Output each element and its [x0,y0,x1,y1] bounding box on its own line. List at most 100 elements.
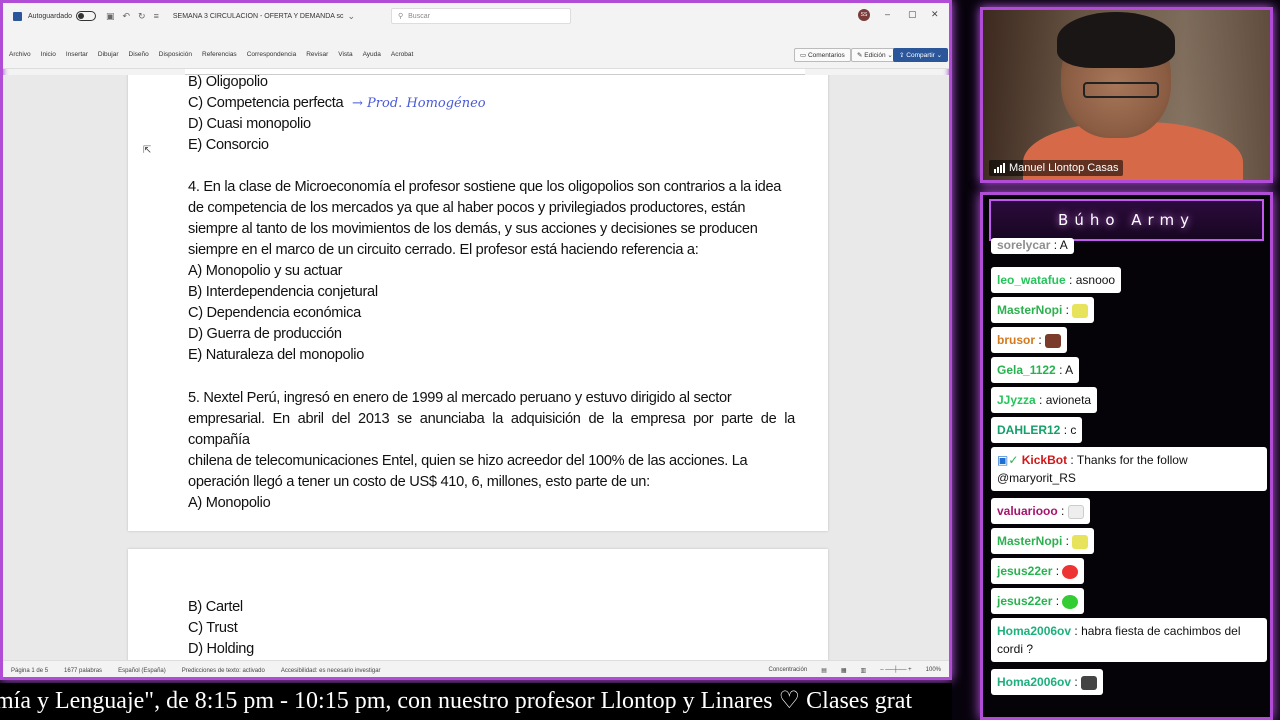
chevron-down-icon[interactable]: ⌄ [348,11,356,22]
minimize-icon[interactable]: – [885,9,890,19]
chat-text: A [1059,238,1068,252]
chat-message: DAHLER12 : c [991,417,1083,443]
webcam-panel: Manuel Llontop Casas [980,7,1273,183]
editing-label: Edición [864,52,886,59]
face-emote-icon [1062,564,1079,579]
close-icon[interactable]: ✕ [931,9,939,20]
ticker-text: mía y Lenguaje", de 8:15 pm - 10:15 pm, … [0,688,913,714]
q4-option-a: A) Monopolio y su actuar [188,263,343,279]
editing-mode-button[interactable]: ✎ Edición ⌄ [851,48,899,62]
chat-message: MasterNopi : [991,528,1095,554]
q3-option-e: E) Consorcio [188,137,269,153]
zoom-slider[interactable]: – ──┼── + [880,667,911,674]
scrolling-ticker: mía y Lenguaje", de 8:15 pm - 10:15 pm, … [0,683,952,720]
signal-bars-icon [994,163,1005,173]
status-bar: Página 1 de 5 1677 palabras Español (Esp… [3,660,949,677]
mouse-cursor-icon: ⇱ [143,145,152,156]
chat-message: Gela_1122 : A [991,357,1080,383]
chat-message: jesus22er : [991,558,1085,584]
verified-icon: ✓ [1008,453,1019,467]
q5-option-d: D) Holding [188,641,254,657]
ribbon-tab[interactable]: Ayuda [363,51,381,58]
q5-option-b: B) Cartel [188,599,243,615]
focus-mode-button[interactable]: Concentración [768,667,807,674]
language-status[interactable]: Español (España) [118,668,166,674]
presenter-hair [1057,12,1175,68]
chat-text: c [1070,423,1077,437]
q4-option-d: D) Guerra de producción [188,326,342,342]
word-count[interactable]: 1677 palabras [64,668,102,674]
presenter-name: Manuel Llontop Casas [1009,162,1119,174]
read-mode-icon[interactable]: ▤ [821,667,827,674]
chat-message: ▣✓ KickBot : Thanks for the follow @mary… [991,447,1267,491]
chat-username[interactable]: Gela_1122 [997,363,1056,377]
chat-username[interactable]: MasterNopi [997,303,1062,317]
undo-icon[interactable]: ↶ [123,11,131,22]
q4-option-c: C) Dependencia económica [188,305,361,321]
zoom-level[interactable]: 100% [926,667,941,674]
avatar[interactable]: SS [858,9,870,21]
chat-text: asnooo [1075,273,1116,287]
ribbon-tab[interactable]: Referencias [202,51,237,58]
chat-username[interactable]: valuariooo [997,504,1058,518]
document-canvas[interactable]: B) Oligopolio C) Competencia perfecta D)… [3,75,949,660]
chat-username[interactable]: jesus22er [997,564,1052,578]
print-layout-icon[interactable]: ▦ [841,667,847,674]
chat-username[interactable]: MasterNopi [997,534,1062,548]
search-input[interactable]: ⚲ Buscar [391,8,571,24]
search-placeholder: Buscar [408,12,430,20]
ribbon-tabs: Archivo Inicio Insertar Dibujar Diseño Dispos… [9,51,413,58]
search-icon: ⚲ [398,13,404,20]
customize-qat-icon[interactable]: ≡ [154,11,159,21]
save-icon[interactable]: ▣ [106,11,115,22]
chat-username[interactable]: Homa2006ov [997,624,1071,638]
chat-title: Búho Army [1058,211,1195,229]
chat-message: jesus22er : [991,588,1085,614]
word-window: Autoguardado ▣ ↶ ↻ ≡ SEMANA 3 CIRCULACIO… [0,0,952,680]
q5-line: 5. Nextel Perú, ingresó en enero de 1999… [188,390,732,406]
chat-username[interactable]: JJyzza [997,393,1036,407]
q3-options: B) Oligopolio C) Competencia perfecta D)… [188,75,795,156]
q5-line: chilena de telecomunicaciones Entel, qui… [188,453,748,469]
document-page-2[interactable]: B) Cartel C) Trust D) Holding [128,549,828,660]
comments-button[interactable]: ▭ Comentarios [794,48,851,62]
ribbon-tab[interactable]: Inicio [41,51,56,58]
chat-username[interactable]: KickBot [1022,453,1067,467]
chat-panel: Búho Army sorelycar : A leo_watafue : as… [980,192,1273,720]
q5-option-c: C) Trust [188,620,238,636]
chat-message: JJyzza : avioneta [991,387,1098,413]
accessibility-status[interactable]: Accesibilidad: es necesario investigar [281,668,381,674]
ribbon-tab[interactable]: Vista [338,51,352,58]
ribbon-tab[interactable]: Correspondencia [247,51,297,58]
autosave-toggle[interactable] [75,11,96,21]
ribbon-tab[interactable]: Revisar [306,51,328,58]
document-page-1[interactable]: B) Oligopolio C) Competencia perfecta D)… [128,75,828,531]
hand-emote-icon [1067,504,1084,519]
share-button[interactable]: ⇪ Compartir ⌄ [893,48,949,62]
ribbon-tab[interactable]: Acrobat [391,51,413,58]
chat-message: leo_watafue : asnooo [991,267,1122,293]
maximize-icon[interactable]: ▢ [908,9,917,20]
chat-username[interactable]: brusor [997,333,1035,347]
chat-username[interactable]: DAHLER12 [997,423,1060,437]
sticker-emote-icon [1081,675,1098,690]
ribbon-tab[interactable]: Archivo [9,51,31,58]
document-title[interactable]: SEMANA 3 CIRCULACION - OFERTA Y DEMANDA … [173,13,344,20]
ribbon-tab[interactable]: Diseño [129,51,149,58]
web-layout-icon[interactable]: ▥ [861,667,867,674]
chat-username[interactable]: leo_watafue [997,273,1066,287]
redo-icon[interactable]: ↻ [138,11,146,22]
chat-username[interactable]: jesus22er [997,594,1052,608]
chat-text: A [1065,363,1074,377]
chat-message: MasterNopi : [991,297,1095,323]
chat-message: valuariooo : [991,498,1090,524]
word-logo-icon [13,11,22,21]
chat-username[interactable]: sorelycar [997,238,1050,252]
ribbon-tab[interactable]: Dibujar [98,51,119,58]
ribbon-tab[interactable]: Disposición [159,51,192,58]
predictions-status[interactable]: Predicciones de texto: activado [182,668,265,674]
chat-username[interactable]: Homa2006ov [997,675,1071,689]
page-count[interactable]: Página 1 de 5 [11,668,48,674]
q5-line: operación llegó a tener un costo de US$ … [188,474,650,490]
ribbon-tab[interactable]: Insertar [66,51,88,58]
